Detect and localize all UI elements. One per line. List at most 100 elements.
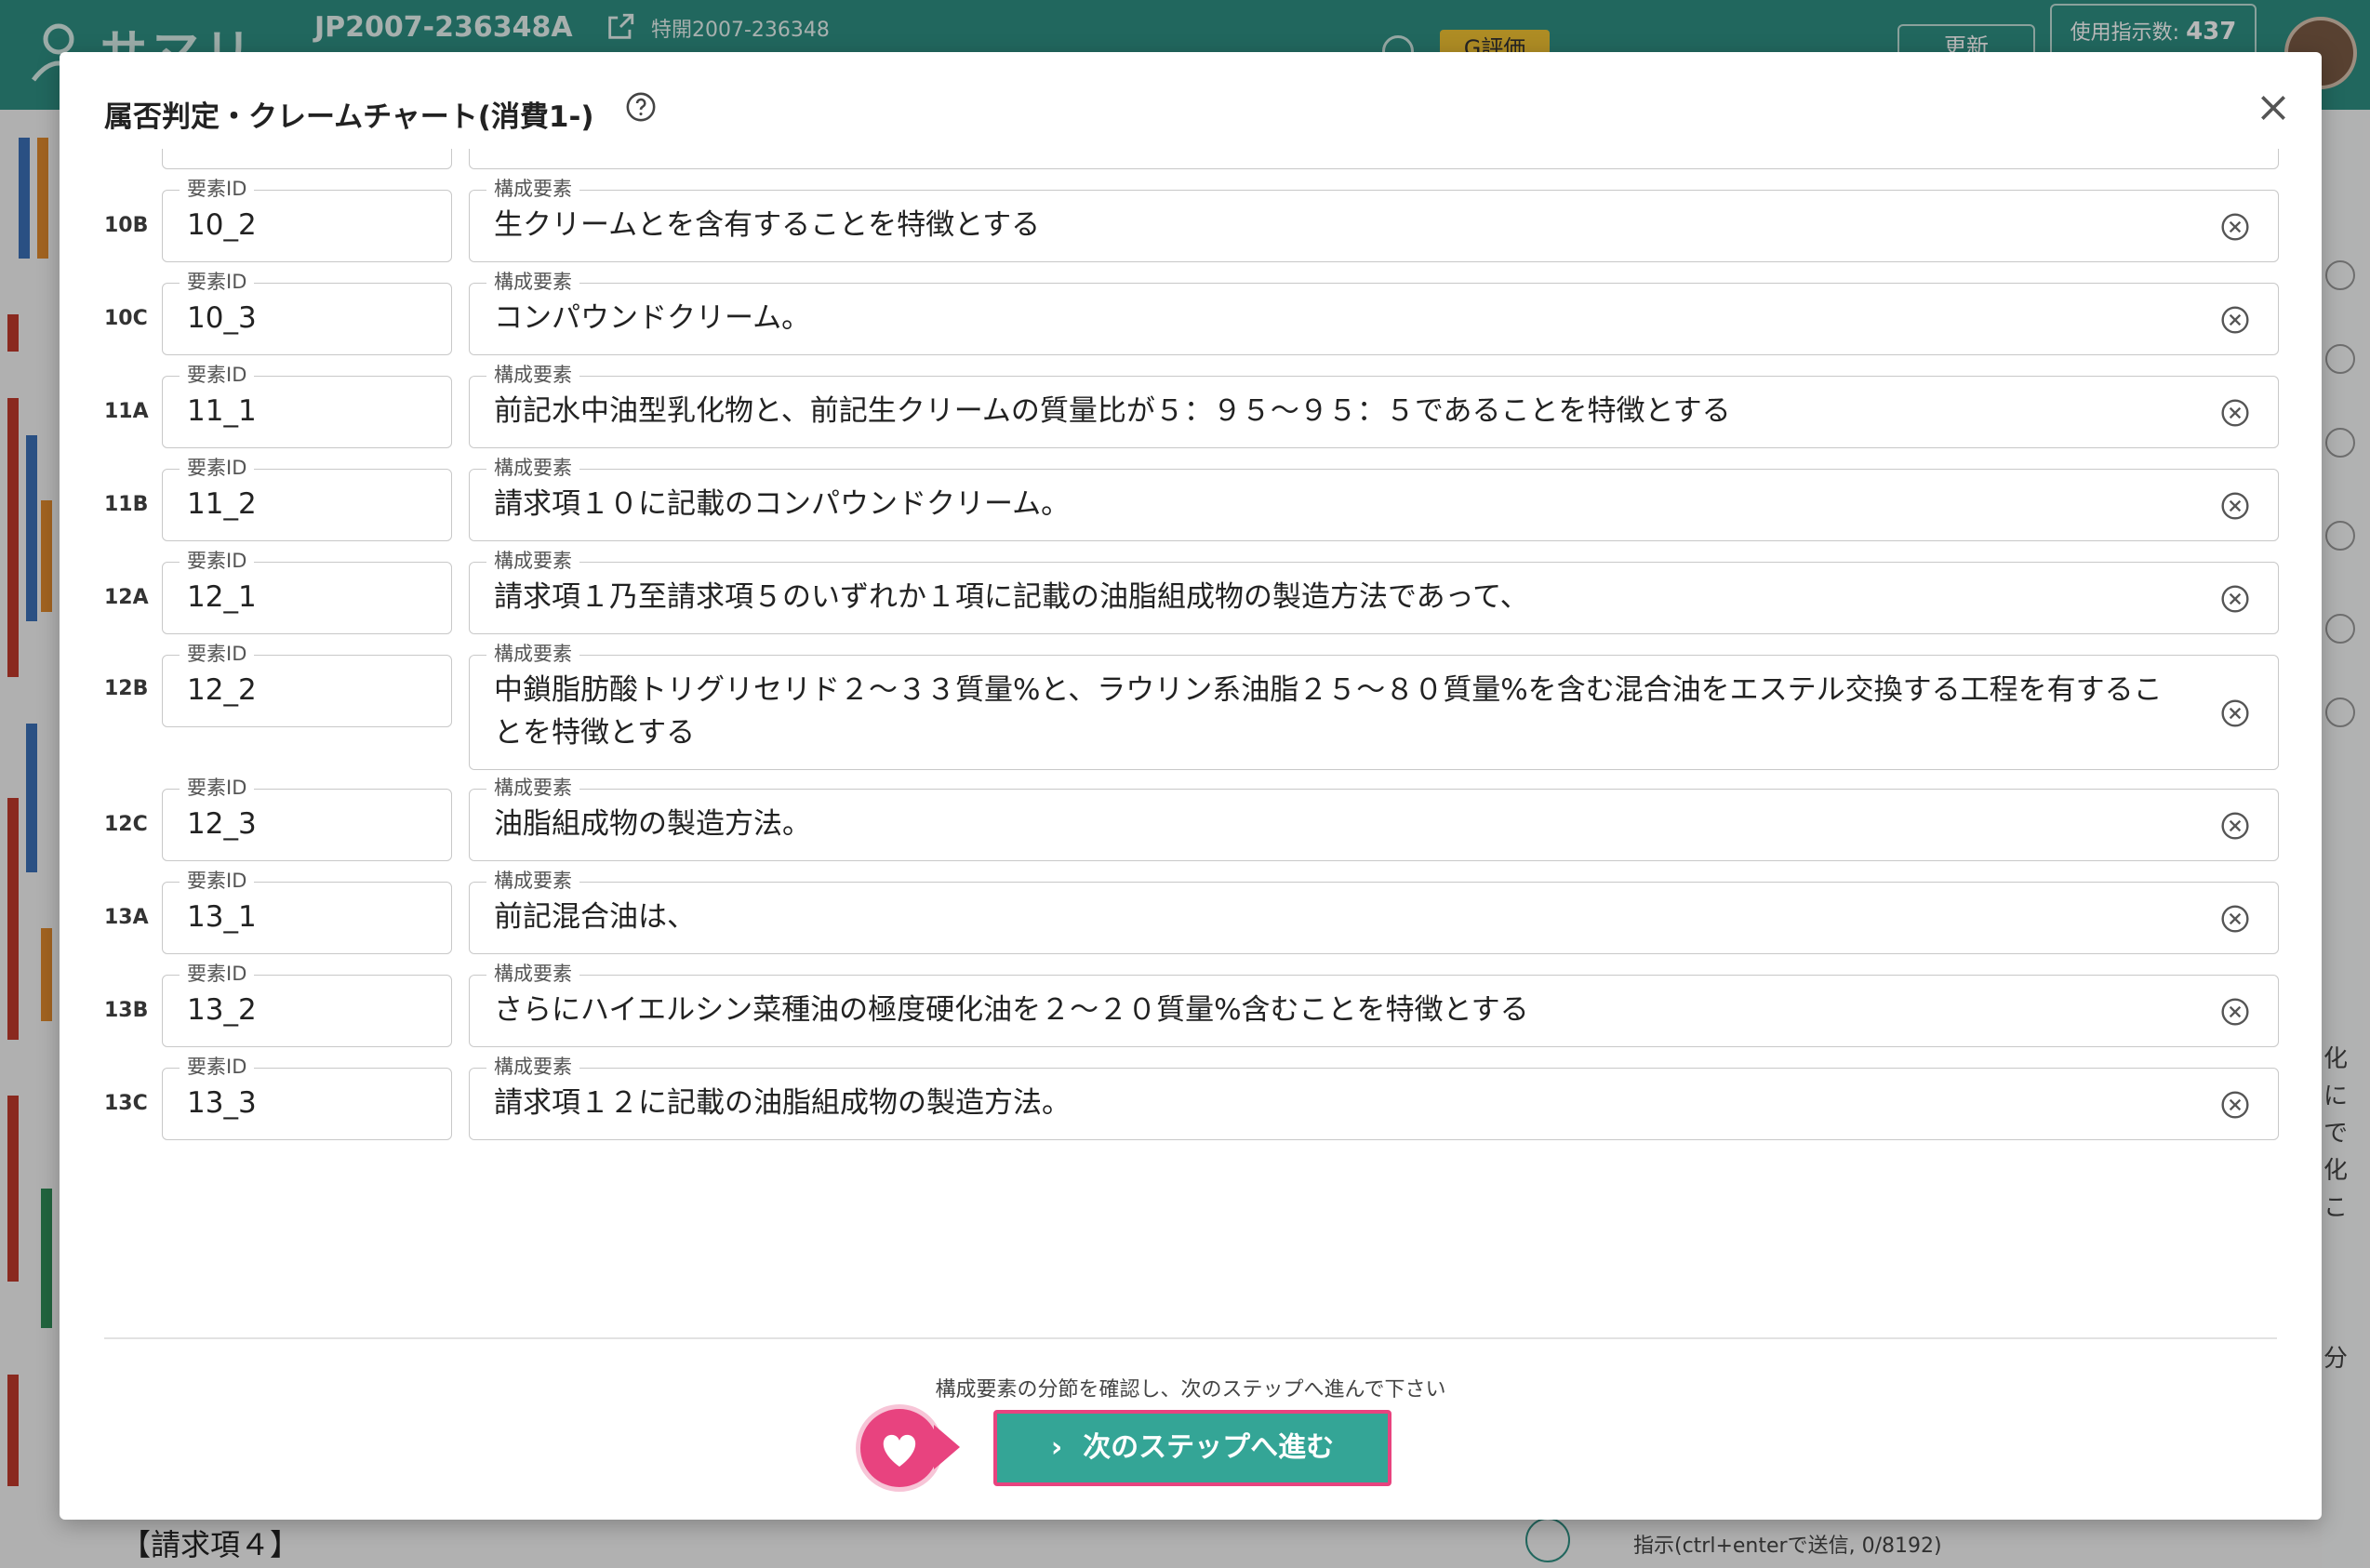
element-id-field[interactable]: 要素ID 12_3 [162, 777, 452, 861]
clear-icon[interactable] [2220, 398, 2250, 428]
element-id-legend: 要素ID [180, 550, 255, 572]
element-id-field[interactable]: 要素ID 10_3 [162, 271, 452, 355]
element-text-field[interactable]: 構成要素さらにハイエルシン菜種油の極度硬化油を２〜２０質量%含むことを特徴とする [469, 963, 2279, 1047]
element-text-legend: 構成要素 [486, 550, 579, 572]
element-text-field[interactable]: 構成要素生クリームとを含有することを特徴とする [469, 178, 2279, 262]
element-text-field[interactable]: 構成要素請求項７乃至請求項９のいずれか１項に記載の水中油型乳化物と、 [469, 149, 2279, 169]
element-text-legend: 構成要素 [486, 963, 579, 985]
element-text-field[interactable]: 構成要素前記水中油型乳化物と、前記生クリームの質量比が５：９５〜９５：５であるこ… [469, 364, 2279, 448]
element-text-legend: 構成要素 [486, 178, 579, 200]
element-row: 12C 要素ID 12_3 構成要素 油脂組成物の製造方法。 [60, 777, 2322, 861]
element-text-legend: 構成要素 [486, 364, 579, 386]
element-id-field[interactable]: 要素ID 12_2 [162, 643, 452, 727]
element-text-field[interactable]: 構成要素請求項１２に記載の油脂組成物の製造方法。 [469, 1056, 2279, 1140]
element-id-field[interactable]: 要素ID 11_1 [162, 364, 452, 448]
element-row: 13C 要素ID 13_3 構成要素請求項１２に記載の油脂組成物の製造方法。 [60, 1056, 2322, 1140]
element-id-legend: 要素ID [180, 271, 255, 293]
element-text-value: 油脂組成物の製造方法。 [494, 807, 811, 841]
element-text-value: さらにハイエルシン菜種油の極度硬化油を２〜２０質量%含むことを特徴とする [494, 993, 1529, 1027]
element-text-field[interactable]: 構成要素 油脂組成物の製造方法。 [469, 777, 2279, 861]
element-text-value: 請求項１乃至請求項５のいずれか１項に記載の油脂組成物の製造方法であって、 [494, 580, 1529, 614]
row-label: 12A [104, 586, 149, 609]
element-text-field[interactable]: 構成要素コンパウンドクリーム。 [469, 271, 2279, 355]
element-id-value: 10_1 [187, 149, 257, 153]
element-id-field[interactable]: 要素ID 13_3 [162, 1056, 452, 1140]
element-id-field[interactable]: 要素ID 13_1 [162, 870, 452, 954]
element-id-value: 12_1 [187, 580, 257, 614]
element-text-legend: 構成要素 [486, 271, 579, 293]
badge-pointer [934, 1425, 960, 1469]
clear-icon[interactable] [2220, 904, 2250, 934]
element-id-legend: 要素ID [180, 777, 255, 799]
clear-icon[interactable] [2220, 305, 2250, 335]
element-id-legend: 要素ID [180, 457, 255, 479]
element-id-value: 13_2 [187, 993, 257, 1027]
element-text-legend: 構成要素 [486, 870, 579, 892]
element-id-value: 10_2 [187, 208, 257, 242]
element-id-legend: 要素ID [180, 364, 255, 386]
clear-icon[interactable] [2220, 698, 2250, 728]
clear-icon[interactable] [2220, 491, 2250, 521]
clear-icon[interactable] [2220, 811, 2250, 841]
favorite-badge[interactable] [856, 1404, 943, 1492]
element-id-legend: 要素ID [180, 643, 255, 665]
element-id-field[interactable]: 要素ID10_1 [162, 149, 452, 169]
element-text-value: コンパウンドクリーム。 [494, 301, 811, 335]
element-row: 10A要素ID10_1構成要素請求項７乃至請求項９のいずれか１項に記載の水中油型… [60, 149, 2322, 169]
element-id-field[interactable]: 要素ID 10_2 [162, 178, 452, 262]
clear-icon[interactable] [2220, 997, 2250, 1027]
clear-icon[interactable] [2220, 1090, 2250, 1120]
element-text-value: 前記水中油型乳化物と、前記生クリームの質量比が５：９５〜９５：５であることを特徴… [494, 394, 1731, 428]
instruction-text: 構成要素の分節を確認し、次のステップへ進んで下さい [935, 1378, 1446, 1402]
element-text-field[interactable]: 構成要素請求項１乃至請求項５のいずれか１項に記載の油脂組成物の製造方法であって、 [469, 550, 2279, 634]
element-text-value: 生クリームとを含有することを特徴とする [494, 208, 1041, 242]
row-label: 13B [104, 999, 149, 1022]
element-row: 13B 要素ID 13_2 構成要素 さらにハイエルシン菜種油の極度硬化油を２〜２０質量… [60, 963, 2322, 1047]
row-label: 10C [104, 307, 148, 330]
element-row: 11A 要素ID 11_1 構成要素前記水中油型乳化物と、前記生クリームの質量比が５：… [60, 364, 2322, 448]
element-text-value: 請求項１２に記載の油脂組成物の製造方法。 [494, 1086, 1071, 1120]
element-text-field[interactable]: 構成要素前記混合油は、 [469, 870, 2279, 954]
element-id-legend: 要素ID [180, 178, 255, 200]
element-id-value: 12_2 [187, 673, 257, 707]
element-id-field[interactable]: 要素ID 11_2 [162, 457, 452, 541]
element-text-legend: 構成要素 [486, 1056, 579, 1078]
row-label: 11A [104, 400, 149, 423]
modal-title: 属否判定・クレームチャート(消費1-) [104, 100, 594, 134]
clear-icon[interactable] [2220, 212, 2250, 242]
element-row: 10C 要素ID 10_3 構成要素コンパウンドクリーム。 [60, 271, 2322, 355]
row-label: 11B [104, 493, 149, 516]
row-label: 12B [104, 677, 149, 700]
close-icon[interactable] [2255, 89, 2292, 126]
element-text-legend: 構成要素 [486, 643, 579, 665]
element-id-value: 13_1 [187, 900, 257, 934]
element-row: 12A 要素ID 12_1 構成要素請求項１乃至請求項５のいずれか１項に記載の油脂組成… [60, 550, 2322, 634]
element-id-value: 11_2 [187, 487, 257, 521]
clear-icon[interactable] [2220, 584, 2250, 614]
element-text-value: 前記混合油は、 [494, 900, 696, 934]
element-text-field[interactable]: 構成要素 中鎖脂肪酸トリグリセリド２〜３３質量%と、ラウリン系油脂２５〜８０質量%… [469, 643, 2279, 770]
element-list: 10A要素ID10_1構成要素請求項７乃至請求項９のいずれか１項に記載の水中油型… [60, 149, 2322, 1339]
row-label: 12C [104, 813, 148, 836]
chevron-right-icon: › [1050, 1431, 1063, 1464]
element-row: 11B 要素ID 11_2 構成要素請求項１０に記載のコンパウンドクリーム。 [60, 457, 2322, 541]
row-label: 13C [104, 1092, 148, 1115]
help-icon[interactable] [625, 91, 657, 123]
element-text-value: 請求項７乃至請求項９のいずれか１項に記載の水中油型乳化物と、 [494, 149, 2187, 153]
element-id-value: 11_1 [187, 394, 257, 428]
divider [104, 1337, 2277, 1339]
element-row: 12B 要素ID 12_2 構成要素 中鎖脂肪酸トリグリセリド２〜３３質量%と、ラウリン… [60, 643, 2322, 770]
heart-icon [883, 1434, 916, 1467]
element-id-field[interactable]: 要素ID 13_2 [162, 963, 452, 1047]
element-id-value: 13_3 [187, 1086, 257, 1120]
element-text-legend: 構成要素 [486, 457, 579, 479]
row-label: 13A [104, 906, 149, 929]
element-text-value: 請求項１０に記載のコンパウンドクリーム。 [494, 487, 1071, 521]
element-id-legend: 要素ID [180, 1056, 255, 1078]
row-label: 10B [104, 214, 149, 237]
element-row: 10B 要素ID 10_2 構成要素生クリームとを含有することを特徴とする [60, 178, 2322, 262]
element-id-field[interactable]: 要素ID 12_1 [162, 550, 452, 634]
element-text-field[interactable]: 構成要素請求項１０に記載のコンパウンドクリーム。 [469, 457, 2279, 541]
element-id-value: 10_3 [187, 301, 257, 335]
next-step-button[interactable]: › 次のステップへ進む [993, 1410, 1391, 1486]
